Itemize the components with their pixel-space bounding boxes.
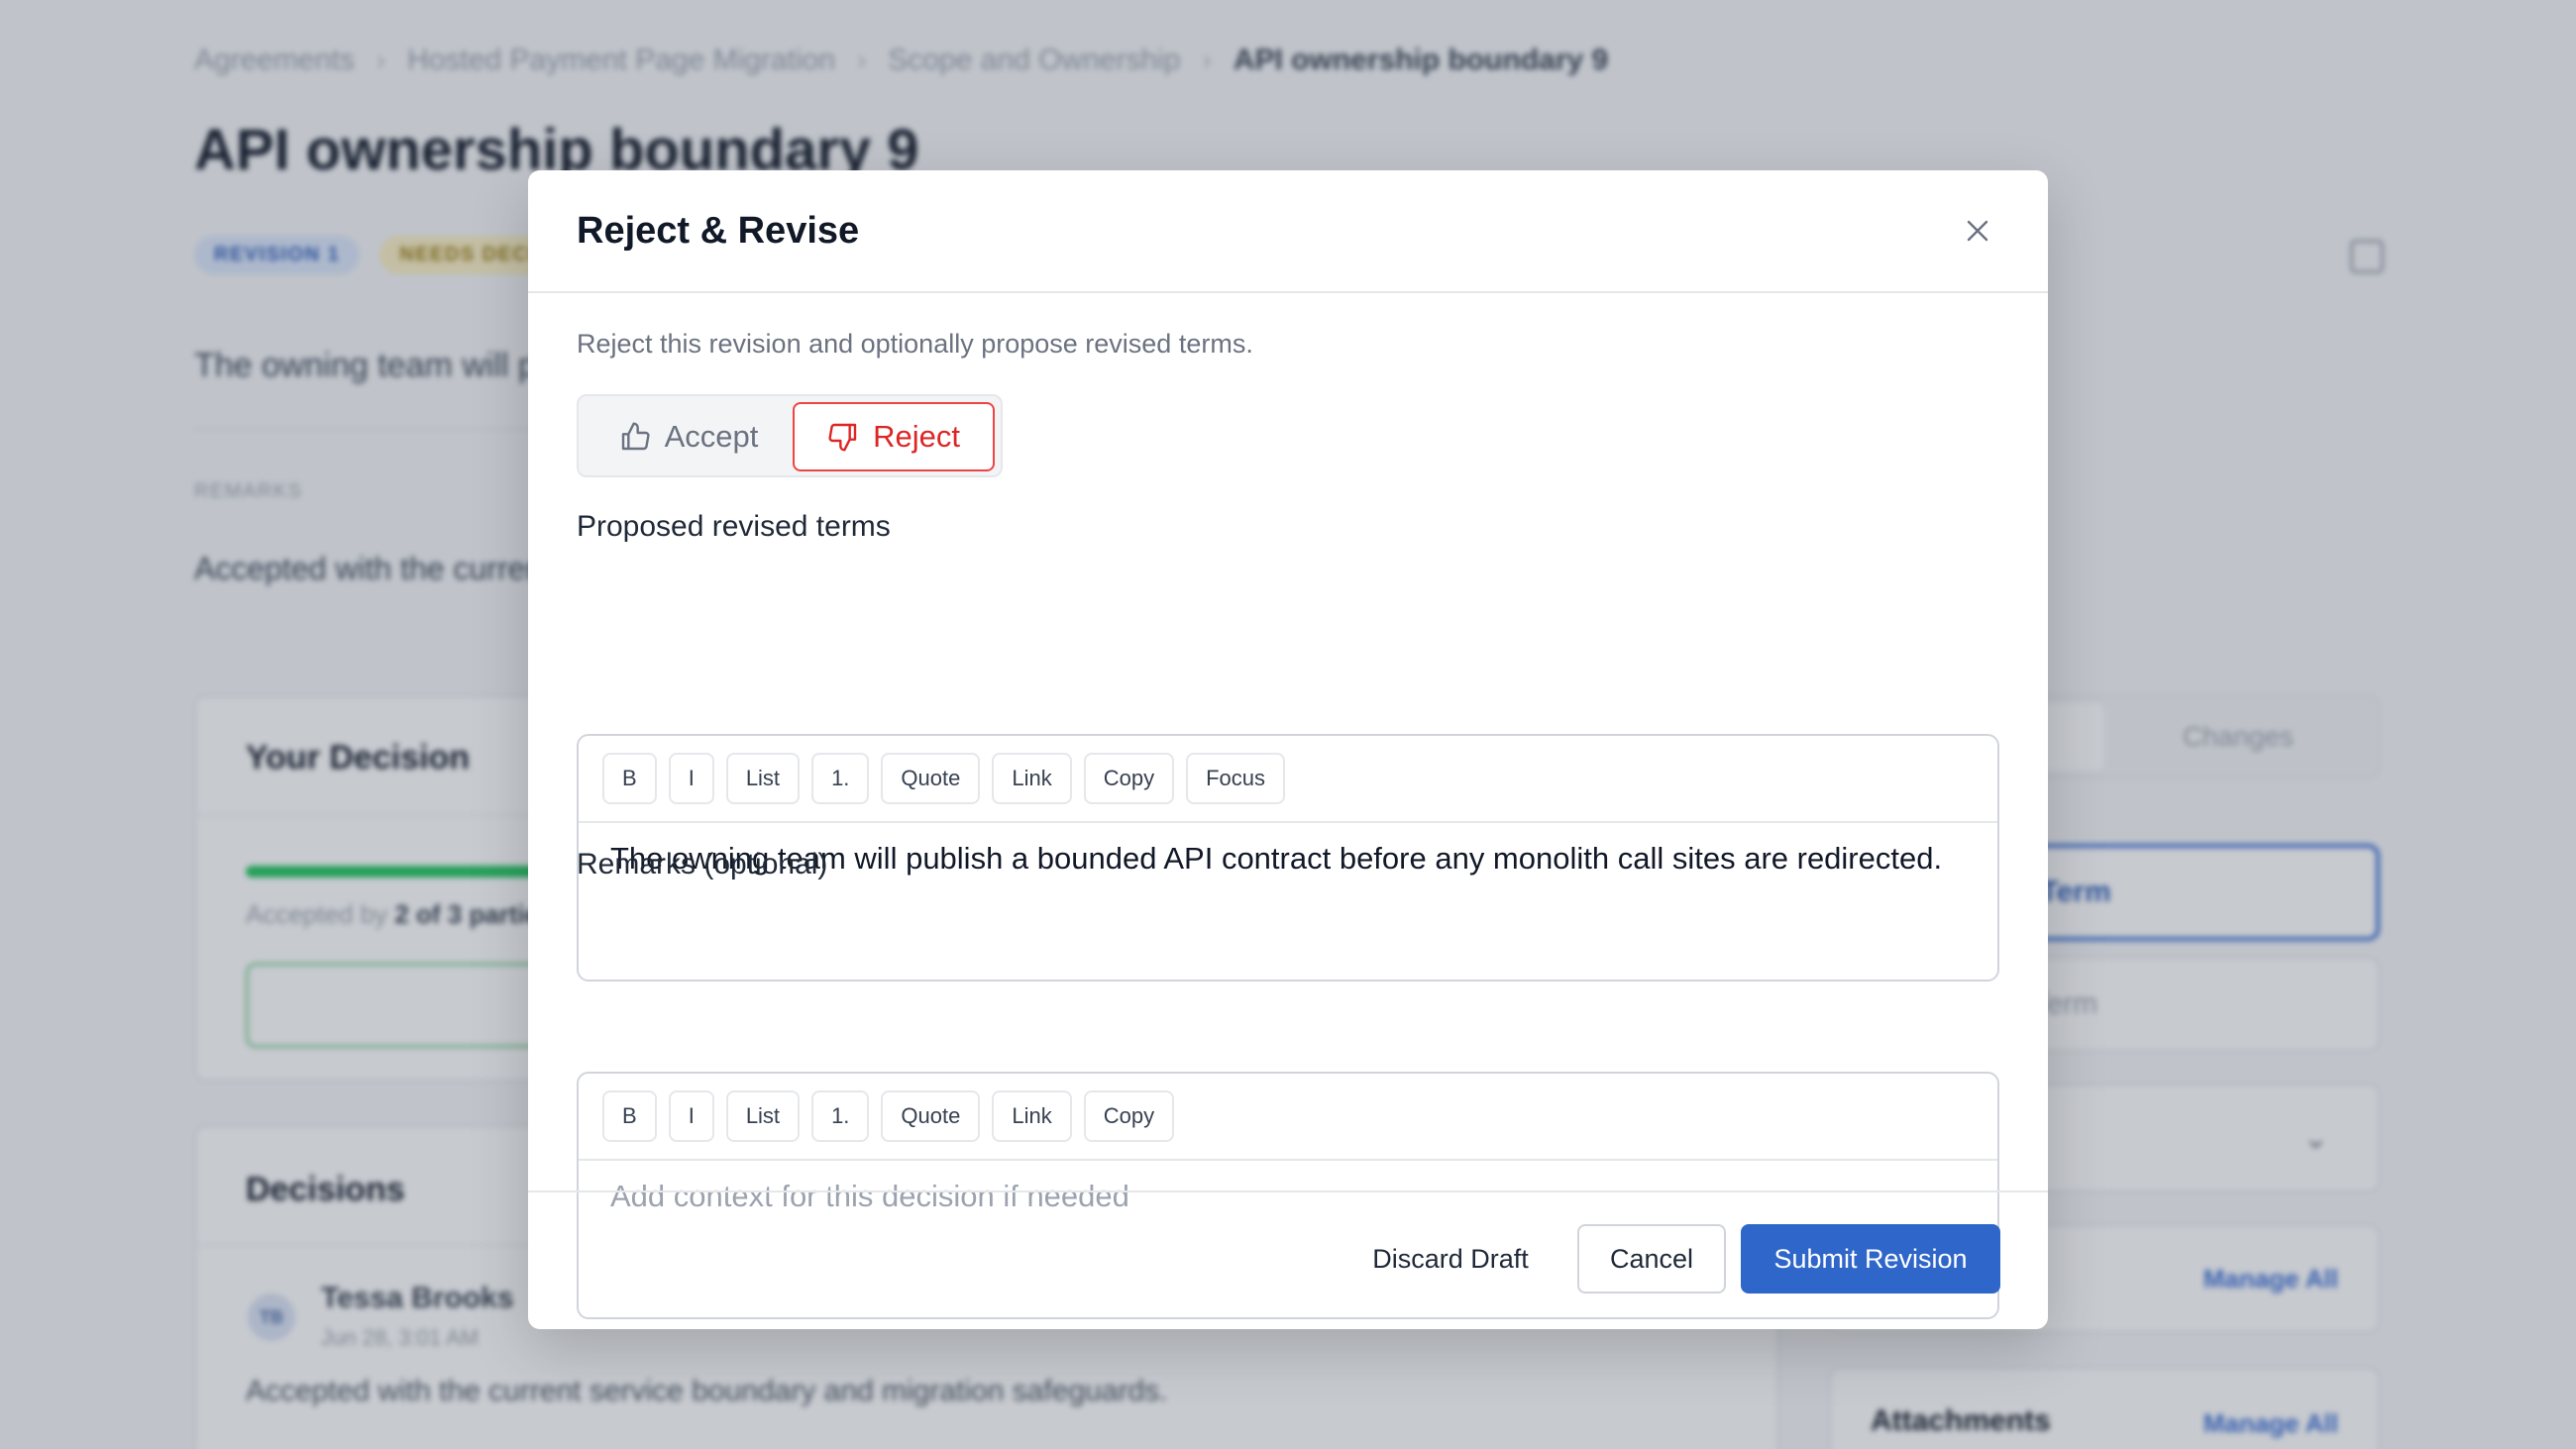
- italic-button[interactable]: I: [668, 753, 714, 804]
- terms-toolbar: B I List 1. Quote Link Copy Focus: [579, 736, 1997, 823]
- bullet-list-button[interactable]: List: [725, 1090, 801, 1142]
- decision-toggle: Accept Reject: [577, 394, 1003, 477]
- focus-button[interactable]: Focus: [1186, 753, 1285, 804]
- bullet-list-button[interactable]: List: [725, 753, 801, 804]
- modal-description: Reject this revision and optionally prop…: [577, 329, 1253, 359]
- submit-revision-button[interactable]: Submit Revision: [1741, 1224, 2000, 1294]
- thumbs-down-icon: [828, 423, 857, 452]
- modal-header: Reject & Revise: [528, 170, 2048, 293]
- discard-draft-button[interactable]: Discard Draft: [1346, 1224, 1555, 1294]
- numbered-list-button[interactable]: 1.: [811, 753, 870, 804]
- copy-button[interactable]: Copy: [1083, 1090, 1175, 1142]
- reject-revise-modal: Reject & Revise Reject this revision and…: [528, 170, 2048, 1329]
- terms-label: Proposed revised terms: [577, 510, 891, 543]
- remarks-toolbar: B I List 1. Quote Link Copy: [579, 1074, 1997, 1161]
- remarks-label: Remarks (optional): [577, 848, 828, 880]
- bold-button[interactable]: B: [602, 1090, 657, 1142]
- reject-option[interactable]: Reject: [793, 402, 995, 471]
- reject-label: Reject: [873, 419, 960, 454]
- modal-title: Reject & Revise: [577, 210, 860, 252]
- numbered-list-button[interactable]: 1.: [811, 1090, 870, 1142]
- thumbs-up-icon: [621, 422, 650, 451]
- bold-button[interactable]: B: [602, 753, 657, 804]
- close-button[interactable]: [1961, 214, 1994, 248]
- accept-label: Accept: [664, 419, 759, 454]
- link-button[interactable]: Link: [992, 1090, 1072, 1142]
- link-button[interactable]: Link: [992, 753, 1072, 804]
- quote-button[interactable]: Quote: [881, 1090, 981, 1142]
- cancel-button[interactable]: Cancel: [1577, 1224, 1726, 1294]
- accept-option[interactable]: Accept: [587, 402, 791, 471]
- close-icon: [1967, 220, 1988, 242]
- quote-button[interactable]: Quote: [881, 753, 981, 804]
- italic-button[interactable]: I: [668, 1090, 714, 1142]
- copy-button[interactable]: Copy: [1083, 753, 1175, 804]
